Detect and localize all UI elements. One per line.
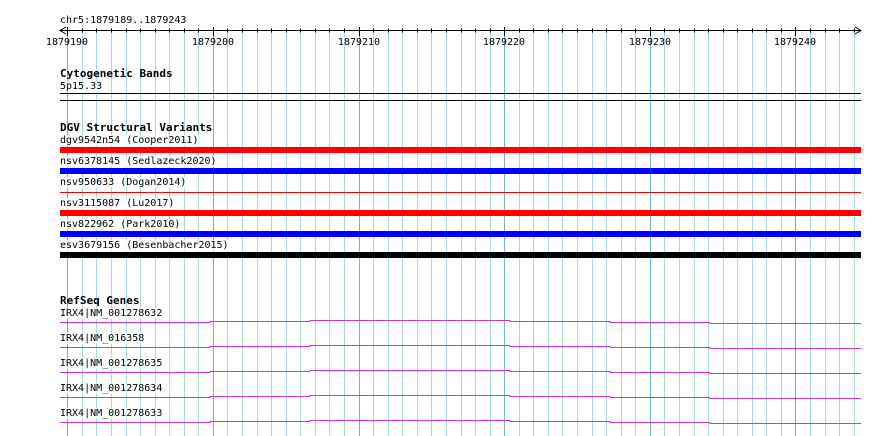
- dgv-feature-label: nsv6378145 (Sedlazeck2020): [60, 156, 218, 167]
- dgv-feature-label: nsv822962 (Park2010): [60, 219, 182, 230]
- refseq-intron-line: [60, 420, 861, 424]
- refseq-transcript-label: IRX4|NM_016358: [60, 333, 146, 344]
- dgv-track-title: DGV Structural Variants: [60, 121, 213, 134]
- dgv-feature-label: esv3679156 (Besenbacher2015): [60, 240, 230, 251]
- refseq-transcript[interactable]: [0, 0, 890, 436]
- cytoband-track-title: Cytogenetic Bands: [60, 67, 173, 80]
- dgv-feature-label: nsv3115087 (Lu2017): [60, 198, 176, 209]
- refseq-transcript-label: IRX4|NM_001278634: [60, 383, 164, 394]
- dgv-feature-label: dgv9542n54 (Cooper2011): [60, 135, 200, 146]
- cytoband-label: 5p15.33: [60, 81, 104, 92]
- dgv-feature-label: nsv950633 (Dogan2014): [60, 177, 188, 188]
- refseq-transcript-label: IRX4|NM_001278635: [60, 358, 164, 369]
- locus-coordinates: chr5:1879189..1879243: [60, 15, 187, 26]
- refseq-track-title: RefSeq Genes: [60, 294, 140, 307]
- refseq-transcript-label: IRX4|NM_001278633: [60, 408, 164, 419]
- refseq-transcript-label: IRX4|NM_001278632: [60, 308, 164, 319]
